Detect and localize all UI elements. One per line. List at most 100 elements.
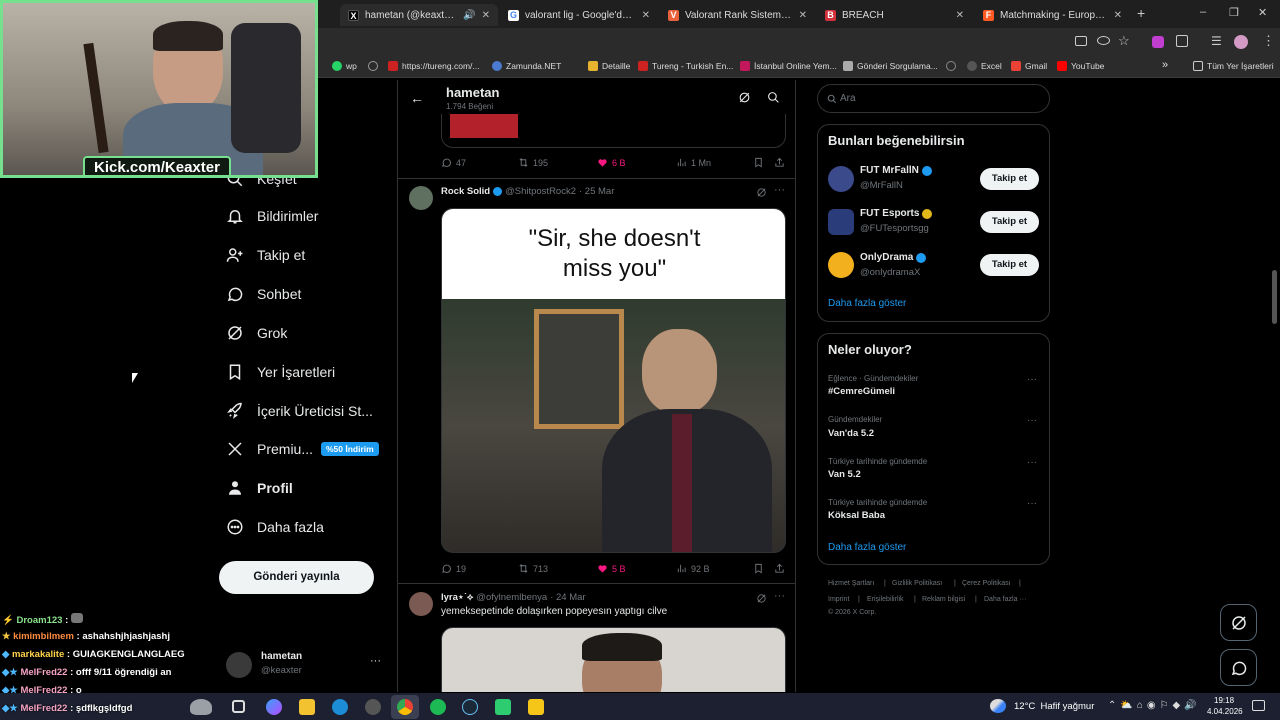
tweet-2-avatar[interactable] [409, 592, 433, 616]
nav-bookmarks[interactable]: Yer İşaretleri [226, 363, 335, 381]
bookmark-tureng-url[interactable]: https://tureng.com/... [388, 61, 479, 71]
bookmark-globe-2[interactable] [946, 61, 960, 71]
extension-badge-icon[interactable] [1152, 36, 1164, 48]
bookmark-icon[interactable] [753, 563, 764, 574]
tweet-1-avatar[interactable] [409, 186, 433, 210]
app-yellow-icon[interactable] [528, 699, 544, 715]
browser-tab-breach[interactable]: B BREACH ✕ [817, 4, 972, 26]
tweet-author[interactable]: lyra⋆˙⟡ [441, 592, 473, 603]
tweet-more-icon[interactable]: ··· [774, 590, 785, 602]
tray-icons[interactable]: ⌃⛅⌂◉⚐◆🔊 [1108, 700, 1201, 711]
bookmark-gmail[interactable]: Gmail [1011, 61, 1047, 71]
messages-floating-button[interactable] [1220, 649, 1257, 686]
like-button[interactable]: 6 B [597, 157, 626, 168]
nav-grok[interactable]: Grok [226, 324, 287, 342]
suggestion-avatar[interactable] [828, 166, 854, 192]
file-explorer-icon[interactable] [299, 699, 315, 715]
trend-title[interactable]: #CemreGümeli [828, 386, 895, 397]
trend-more-icon[interactable]: ··· [1027, 374, 1037, 385]
nav-profile[interactable]: Profil [226, 479, 293, 497]
bookmark-detaille[interactable]: Detaille [588, 61, 630, 71]
page-scrollbar-thumb[interactable] [1272, 270, 1277, 324]
trend-more-icon[interactable]: ··· [1027, 415, 1037, 426]
new-tab-button[interactable]: + [1137, 5, 1145, 21]
follow-button[interactable]: Takip et [980, 211, 1039, 233]
suggestions-show-more[interactable]: Daha fazla göster [828, 298, 906, 309]
reply-button[interactable]: 47 [441, 157, 466, 168]
search-header-icon[interactable] [767, 91, 780, 104]
browser-tab-matchmaking[interactable]: F Matchmaking - Europe 5v5 Quick ✕ [975, 4, 1130, 26]
star-icon[interactable]: ☆ [1118, 33, 1130, 49]
tweet-author[interactable]: Rock Solid [441, 186, 490, 197]
grok-header-icon[interactable] [738, 91, 751, 104]
app-icon[interactable] [365, 699, 381, 715]
tweet-handle[interactable]: @ShitpostRock2 [505, 186, 576, 197]
all-bookmarks[interactable]: Tüm Yer İşaretleri [1193, 61, 1274, 71]
edge-icon[interactable] [332, 699, 348, 715]
bookmarks-overflow-button[interactable]: » [1162, 59, 1168, 71]
bookmark-excel[interactable]: Excel [967, 61, 1002, 71]
footer-link[interactable]: Gizlilik Politikası [892, 580, 942, 587]
bookmark-youtube[interactable]: YouTube [1057, 61, 1104, 71]
tweet-more-icon[interactable]: ··· [774, 184, 785, 196]
tab-close-icon[interactable]: ✕ [956, 10, 964, 21]
trends-show-more[interactable]: Daha fazla göster [828, 542, 906, 553]
repost-button[interactable]: 713 [518, 563, 548, 574]
nav-creator-studio[interactable]: İçerik Üreticisi St... [226, 402, 373, 420]
bookmark-istanbul[interactable]: İstanbul Online Yem... [740, 61, 837, 71]
tab-close-icon[interactable]: ✕ [482, 10, 490, 21]
bookmark-gonderi[interactable]: Gönderi Sorgulama... [843, 61, 938, 71]
trend-more-icon[interactable]: ··· [1027, 457, 1037, 468]
minimize-button[interactable]: – [1200, 6, 1206, 18]
share-icon[interactable] [774, 563, 785, 574]
trend-title[interactable]: Van'da 5.2 [828, 428, 874, 439]
profile-avatar[interactable] [1234, 35, 1248, 49]
tab-close-icon[interactable]: ✕ [1114, 10, 1122, 21]
reading-list-icon[interactable]: ☰ [1211, 34, 1222, 48]
footer-link[interactable]: Hizmet Şartları [828, 580, 874, 587]
maximize-button[interactable]: ❐ [1229, 6, 1239, 19]
nav-follow[interactable]: Takip et [226, 246, 305, 264]
suggestion-avatar[interactable] [828, 252, 854, 278]
bookmark-wp[interactable]: wp [332, 61, 357, 71]
footer-link[interactable]: Çerez Politikası [962, 580, 1011, 587]
tweet-handle[interactable]: @ofylnemlbenya [476, 592, 547, 603]
bookmark-tureng[interactable]: Tureng - Turkish En... [638, 61, 733, 71]
footer-link[interactable]: Reklam bilgisi [922, 596, 965, 603]
install-icon[interactable] [1075, 36, 1087, 46]
app-green-icon[interactable] [495, 699, 511, 715]
chrome-icon[interactable] [397, 699, 413, 715]
tab-close-icon[interactable]: ✕ [799, 10, 807, 21]
account-switcher[interactable]: hametan @keaxter ··· [226, 648, 386, 682]
share-icon[interactable] [774, 157, 785, 168]
trend-more-icon[interactable]: ··· [1027, 498, 1037, 509]
reply-button[interactable]: 19 [441, 563, 466, 574]
browser-tab-google[interactable]: G valorant lig - Google'da Ara ✕ [500, 4, 658, 26]
like-button[interactable]: 5 B [597, 563, 626, 574]
browser-tab-valorant-rank[interactable]: V Valorant Rank Sistemi ve Kademe ✕ [660, 4, 815, 26]
puzzle-icon[interactable] [1176, 35, 1188, 47]
trend-title[interactable]: Köksal Baba [828, 510, 885, 521]
menu-kebab-icon[interactable]: ⋮ [1262, 33, 1275, 49]
follow-button[interactable]: Takip et [980, 168, 1039, 190]
steam-icon[interactable] [462, 699, 478, 715]
eye-off-icon[interactable] [1097, 36, 1110, 45]
footer-link[interactable]: Erişilebilirlik [867, 596, 904, 603]
tweet-date[interactable]: · 25 Mar [579, 186, 614, 197]
views-button[interactable]: 1 Mn [676, 157, 711, 168]
search-box[interactable]: Ara [817, 84, 1050, 113]
weather-text[interactable]: 12°C Hafif yağmur [1014, 701, 1094, 712]
task-view-icon[interactable] [232, 700, 245, 713]
browser-tab-x[interactable]: X hametan (@keaxter) adlı kullanıcı 🔊 ✕ [340, 4, 498, 26]
nav-chat[interactable]: Sohbet [226, 285, 301, 303]
grok-floating-button[interactable] [1220, 604, 1257, 641]
suggestion-name[interactable]: FUT MrFallN [860, 165, 932, 176]
nav-notifications[interactable]: Bildirimler [226, 207, 318, 225]
clock-date[interactable]: 4.04.2026 [1207, 707, 1243, 716]
close-window-button[interactable]: ✕ [1258, 6, 1267, 19]
suggestion-name[interactable]: OnlyDrama [860, 252, 927, 263]
account-more-icon[interactable]: ··· [370, 655, 381, 667]
tweet-1-media[interactable]: "Sir, she doesn't miss you" [441, 208, 786, 553]
follow-button[interactable]: Takip et [980, 254, 1039, 276]
clock-time[interactable]: 19:18 [1214, 696, 1234, 705]
